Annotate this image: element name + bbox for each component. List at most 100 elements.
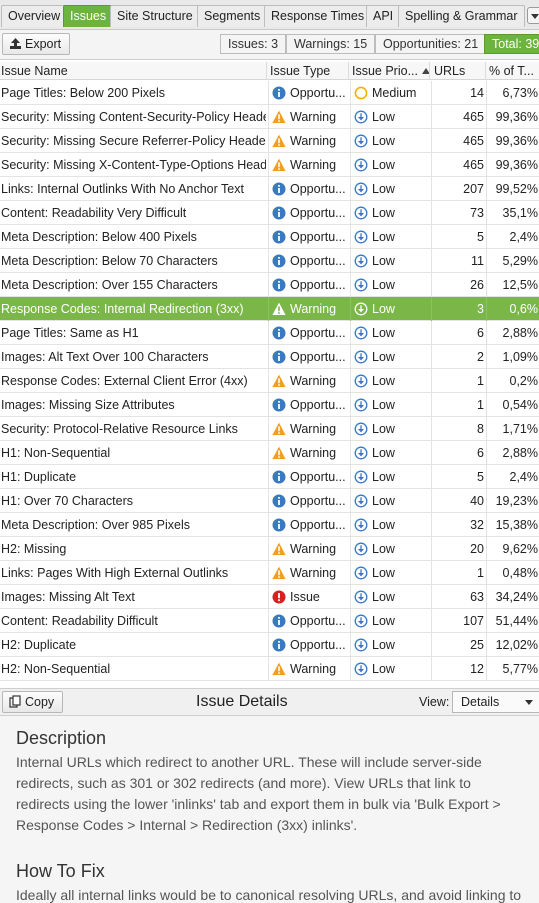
table-row[interactable]: Content: Readability Very Difficult Oppor… [0,201,539,225]
tab-spelling-grammar[interactable]: Spelling & Grammar [398,5,525,27]
warning-icon [272,300,286,315]
issue-type-cell: Opportu... [268,465,348,489]
percent-total-cell: 9,62% [486,537,539,561]
low-arrow-icon [354,444,368,460]
table-row[interactable]: Images: Missing Size Attributes Opportu..… [0,393,539,417]
issue-type-cell: Warning [268,657,348,681]
percent-total-cell: 6,73% [486,81,539,105]
table-row[interactable]: Response Codes: Internal Redirection (3x… [0,297,539,321]
column-percent-total[interactable]: % of T... [486,62,539,80]
info-icon [272,468,286,484]
table-row[interactable]: Images: Missing Alt Text Issue Low 63 34,24% [0,585,539,609]
low-arrow-icon [354,300,368,316]
view-select-value: Details [461,695,500,709]
tab-api[interactable]: API [366,5,401,27]
view-select[interactable]: Details [452,691,539,713]
info-icon [272,396,286,412]
chevron-down-icon [525,700,533,705]
opportunities-count-filter[interactable]: Opportunities: 21 [375,34,487,54]
issue-type-cell: Opportu... [268,321,348,345]
tabs-overflow-button[interactable] [527,7,539,24]
table-row[interactable]: Links: Internal Outlinks With No Anchor … [0,177,539,201]
total-count-filter[interactable]: Total: 39 [484,34,539,54]
issue-type-label: Opportu... [290,254,346,268]
table-row[interactable]: Meta Description: Over 985 Pixels Opportu… [0,513,539,537]
table-row[interactable]: H1: Duplicate Opportu... Low 5 2,4% [0,465,539,489]
issue-priority-cell: Low [350,201,430,225]
table-row[interactable]: Meta Description: Below 400 Pixels Opport… [0,225,539,249]
column-issue-type[interactable]: Issue Type [268,62,349,80]
table-row[interactable]: Security: Missing X-Content-Type-Options… [0,153,539,177]
urls-count-cell: 107 [431,609,485,633]
issue-description-panel: Description Internal URLs which redirect… [0,716,539,903]
table-row[interactable]: Meta Description: Over 155 Characters Opp… [0,273,539,297]
sort-ascending-icon [422,68,429,74]
urls-count-cell: 2 [431,345,485,369]
warning-icon [272,372,286,387]
issue-priority-cell: Low [350,345,430,369]
low-arrow-icon [354,612,368,628]
issue-type-cell: Opportu... [268,249,348,273]
table-row[interactable]: Response Codes: External Client Error (4… [0,369,539,393]
issue-type-cell: Warning [268,369,348,393]
column-issue-name[interactable]: Issue Name [0,62,267,80]
table-row[interactable]: H2: Non-Sequential Warning Low 12 5,77% [0,657,539,681]
table-row[interactable]: H1: Non-Sequential Warning Low 6 2,88% [0,441,539,465]
warnings-count-filter[interactable]: Warnings: 15 [286,34,376,54]
issue-name-cell: Security: Protocol-Relative Resource Lin… [1,422,238,436]
issue-name-cell: H2: Missing [1,542,67,556]
percent-total-cell: 1,09% [486,345,539,369]
issue-name-cell: H1: Duplicate [1,470,77,484]
table-row[interactable]: H2: Missing Warning Low 20 9,62% [0,537,539,561]
issue-type-label: Opportu... [290,398,346,412]
table-row[interactable]: Meta Description: Below 70 Characters Opp… [0,249,539,273]
table-row[interactable]: Security: Missing Content-Security-Polic… [0,105,539,129]
info-icon [272,252,286,268]
table-row[interactable]: Security: Missing Secure Referrer-Policy… [0,129,539,153]
low-arrow-icon [354,564,368,580]
table-row[interactable]: H1: Over 70 Characters Opportu... Low 40 19,… [0,489,539,513]
urls-count-cell: 465 [431,153,485,177]
low-arrow-icon [354,540,368,556]
issue-priority-label: Low [372,134,395,148]
issue-priority-cell: Low [350,129,430,153]
issue-type-label: Opportu... [290,182,346,196]
urls-count-cell: 20 [431,537,485,561]
tab-response-times[interactable]: Response Times [264,5,372,27]
table-row[interactable]: Security: Protocol-Relative Resource Lin… [0,417,539,441]
table-row[interactable]: Content: Readability Difficult Opportu...… [0,609,539,633]
tab-segments[interactable]: Segments [197,5,268,27]
table-row[interactable]: Page Titles: Same as H1 Opportu... Low 6 2,8… [0,321,539,345]
info-icon [272,612,286,628]
low-arrow-icon [354,228,368,244]
issue-priority-label: Low [372,494,395,508]
issues-count-filter[interactable]: Issues: 3 [220,34,287,54]
issue-name-cell: Page Titles: Below 200 Pixels [1,86,165,100]
copy-button[interactable]: Copy [2,691,64,713]
warning-icon [272,156,286,171]
export-button[interactable]: Export [2,33,71,55]
tab-site-structure[interactable]: Site Structure [110,5,200,27]
how-to-fix-text: Ideally all internal links would be to c… [16,887,522,903]
column-issue-priority[interactable]: Issue Prio... [350,62,430,80]
table-row[interactable]: Links: Pages With High External Outlinks… [0,561,539,585]
issue-type-label: Warning [290,566,337,580]
issue-type-cell: Opportu... [268,513,348,537]
issue-name-cell: Response Codes: External Client Error (4… [1,374,248,388]
tab-overview[interactable]: Overview [1,5,68,27]
urls-count-cell: 25 [431,633,485,657]
low-arrow-icon [354,252,368,268]
issue-name-cell: Content: Readability Difficult [1,614,158,628]
issue-type-label: Opportu... [290,278,346,292]
issue-type-cell: Warning [268,105,348,129]
urls-count-cell: 32 [431,513,485,537]
tab-issues[interactable]: Issues [63,5,114,27]
column-urls[interactable]: URLs [431,62,486,80]
table-row[interactable]: Images: Alt Text Over 100 Characters Oppo… [0,345,539,369]
table-row[interactable]: Page Titles: Below 200 Pixels Opportu... M… [0,81,539,105]
issue-priority-label: Low [372,398,395,412]
low-arrow-icon [354,468,368,484]
issue-priority-cell: Low [350,585,430,609]
table-row[interactable]: H2: Duplicate Opportu... Low 25 12,02% [0,633,539,657]
issue-details-title: Issue Details [196,693,288,710]
